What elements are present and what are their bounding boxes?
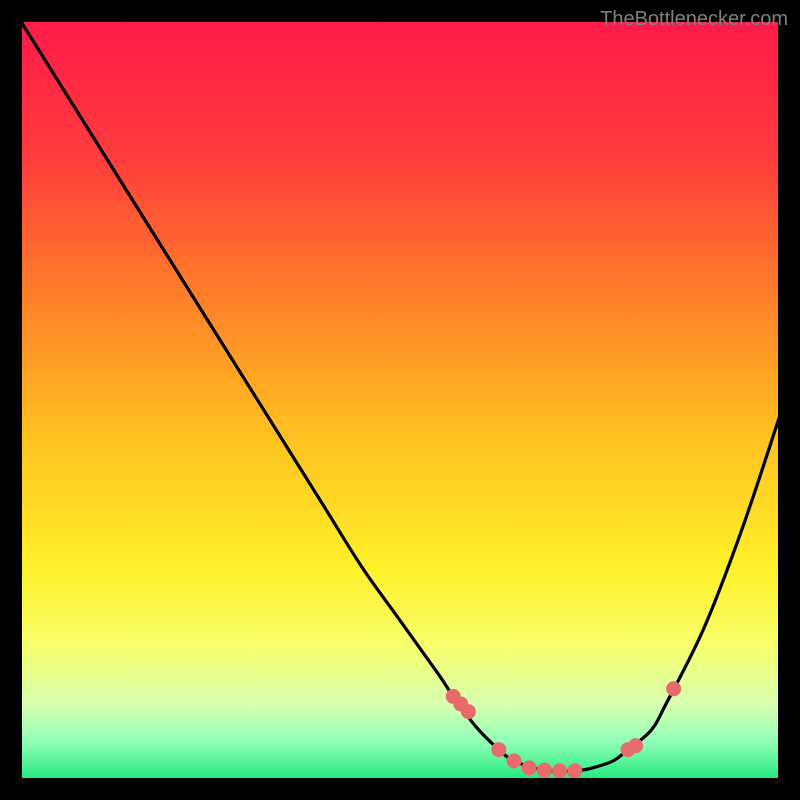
marker-dot xyxy=(552,763,567,778)
marker-dot xyxy=(567,763,582,778)
plot-area xyxy=(20,20,780,780)
marker-dot xyxy=(522,760,537,775)
marker-dot xyxy=(507,754,522,769)
chart-svg xyxy=(20,20,780,780)
marker-dot xyxy=(628,738,643,753)
marker-dot xyxy=(666,681,681,696)
bottleneck-curve xyxy=(20,20,780,771)
curve-markers xyxy=(446,681,681,778)
watermark-text: TheBottlenecker.com xyxy=(600,8,788,31)
marker-dot xyxy=(491,742,506,757)
marker-dot xyxy=(461,704,476,719)
marker-dot xyxy=(537,763,552,778)
